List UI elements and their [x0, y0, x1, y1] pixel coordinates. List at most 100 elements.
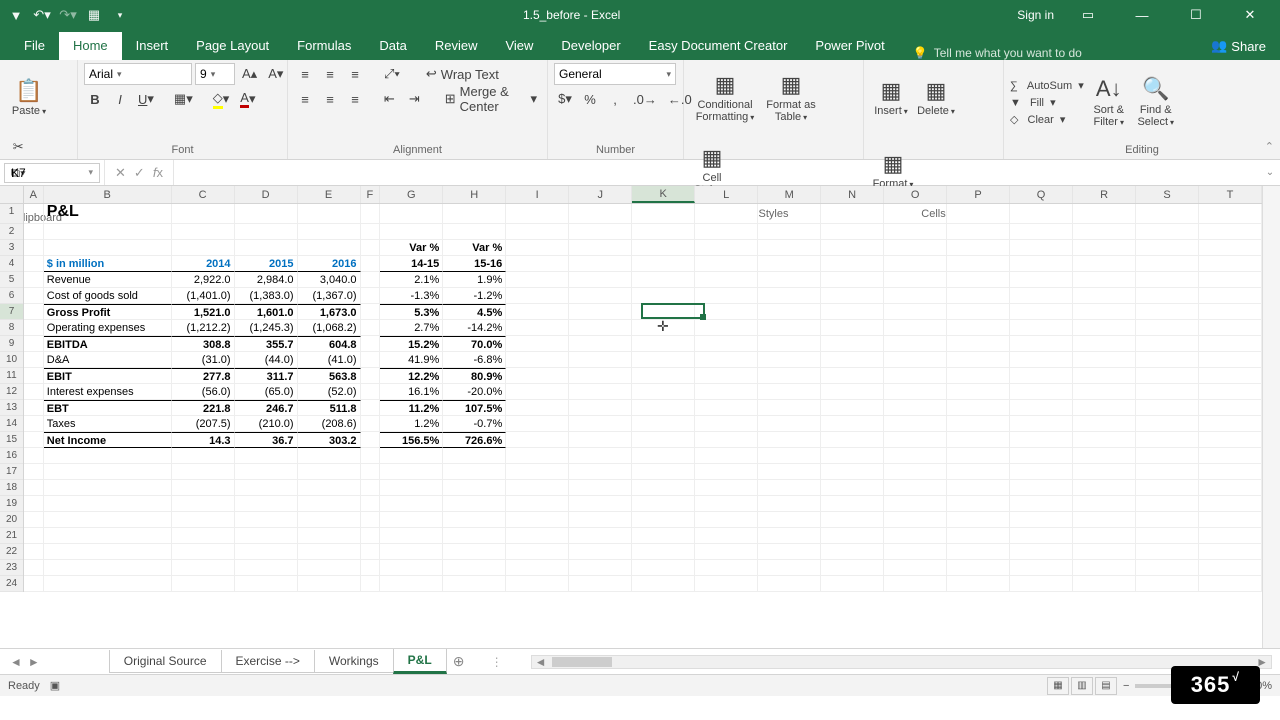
share-icon: 👥: [1211, 38, 1227, 54]
align-bottom-button[interactable]: ≡: [344, 63, 366, 85]
underline-button[interactable]: U▾: [134, 88, 158, 110]
group-alignment: Alignment: [294, 142, 541, 159]
tab-pagelayout[interactable]: Page Layout: [182, 32, 283, 60]
macro-record-icon[interactable]: ▣: [50, 679, 60, 692]
align-left-button[interactable]: ≡: [294, 88, 316, 110]
collapse-ribbon-icon[interactable]: ⌃: [1265, 140, 1274, 153]
conditional-formatting-button[interactable]: ▦Conditional Formatting: [690, 63, 760, 133]
align-middle-button[interactable]: ≡: [319, 63, 341, 85]
minimize-button[interactable]: ―: [1122, 0, 1162, 30]
italic-button[interactable]: I: [109, 88, 131, 110]
clear-button[interactable]: ◇ Clear ▾: [1010, 113, 1084, 126]
find-icon: 🔍: [1142, 77, 1169, 101]
format-icon: ▦: [883, 152, 904, 176]
paste-button[interactable]: 📋Paste: [6, 63, 52, 133]
orientation-button[interactable]: ⤢▾: [380, 63, 404, 85]
tab-review[interactable]: Review: [421, 32, 492, 60]
decrease-font-button[interactable]: A▾: [264, 63, 287, 85]
sheet-tab-original[interactable]: Original Source: [109, 650, 222, 673]
align-center-button[interactable]: ≡: [319, 88, 341, 110]
delete-cells-button[interactable]: ▦Delete: [915, 63, 957, 133]
ribbon-tabs: File Home Insert Page Layout Formulas Da…: [0, 30, 1280, 60]
fill-down-icon: ▼: [1010, 97, 1021, 109]
bold-button[interactable]: B: [84, 88, 106, 110]
comma-button[interactable]: ,: [604, 88, 626, 110]
cond-fmt-icon: ▦: [715, 73, 736, 97]
horizontal-scrollbar[interactable]: ◄►: [531, 655, 1272, 669]
sheet-tab-workings[interactable]: Workings: [314, 650, 394, 673]
tab-edc[interactable]: Easy Document Creator: [635, 32, 802, 60]
expand-formula-icon[interactable]: ⌄: [1260, 167, 1280, 178]
increase-font-button[interactable]: A▴: [238, 63, 261, 85]
view-pagebreak-button[interactable]: ▤: [1095, 677, 1117, 695]
tab-powerpivot[interactable]: Power Pivot: [801, 32, 898, 60]
fill-button[interactable]: ▼ Fill ▾: [1010, 96, 1084, 109]
font-size-combo[interactable]: 9▾: [195, 63, 235, 85]
format-as-table-button[interactable]: ▦Format as Table: [763, 63, 819, 133]
row-headers[interactable]: 123456789101112131415161718192021222324: [0, 204, 24, 592]
cut-button[interactable]: ✂: [6, 136, 31, 158]
borders-button[interactable]: ▦▾: [170, 88, 197, 110]
view-pagelayout-button[interactable]: ▥: [1071, 677, 1093, 695]
fx-icon[interactable]: fx: [153, 165, 163, 180]
align-top-button[interactable]: ≡: [294, 63, 316, 85]
wrap-text-button[interactable]: ↩Wrap Text: [422, 63, 503, 85]
decrease-indent-button[interactable]: ⇤: [378, 88, 400, 110]
name-box[interactable]: K7▾: [4, 163, 100, 183]
wrap-icon: ↩: [426, 66, 437, 82]
tab-view[interactable]: View: [491, 32, 547, 60]
maximize-button[interactable]: ☐: [1176, 0, 1216, 30]
tab-file[interactable]: File: [10, 32, 59, 60]
sort-icon: A↓: [1096, 77, 1122, 101]
tab-data[interactable]: Data: [365, 32, 420, 60]
signin-link[interactable]: Sign in: [1017, 8, 1054, 22]
sheet-tab-pl[interactable]: P&L: [393, 649, 447, 674]
new-sheet-button[interactable]: ⊕: [447, 653, 471, 670]
share-button[interactable]: 👥Share: [1197, 32, 1280, 60]
ribbon: 📋Paste ✂ ⧉▾ 🖌 Clipboard Arial▾ 9▾ A▴ A▾ …: [0, 60, 1280, 160]
undo-icon[interactable]: ↶▾: [34, 7, 50, 23]
align-right-button[interactable]: ≡: [344, 88, 366, 110]
tab-home[interactable]: Home: [59, 32, 122, 60]
cancel-formula-icon[interactable]: ✕: [115, 165, 126, 181]
view-normal-button[interactable]: ▦: [1047, 677, 1069, 695]
redo-icon[interactable]: ↷▾: [60, 7, 76, 23]
insert-cells-button[interactable]: ▦Insert: [870, 63, 912, 133]
filter-icon[interactable]: ▼: [8, 7, 24, 23]
table-icon: ▦: [781, 73, 802, 97]
sheet-nav-prev-icon[interactable]: ◄: [10, 655, 22, 669]
increase-decimal-button[interactable]: .0→: [629, 88, 661, 110]
sheet-nav-next-icon[interactable]: ►: [28, 655, 40, 669]
enter-formula-icon[interactable]: ✓: [134, 165, 145, 181]
tab-splitter[interactable]: ⋮: [491, 655, 503, 669]
grid[interactable]: 123456789101112131415161718192021222324 …: [0, 186, 1280, 648]
close-button[interactable]: ✕: [1230, 0, 1270, 30]
grid-icon[interactable]: ▦: [86, 7, 102, 23]
font-color-button[interactable]: A▾: [236, 88, 259, 110]
number-format-combo[interactable]: General▾: [554, 63, 676, 85]
delete-icon: ▦: [926, 79, 947, 103]
sheet-tab-exercise[interactable]: Exercise -->: [221, 650, 315, 673]
zoom-out-button[interactable]: −: [1123, 680, 1129, 692]
insert-icon: ▦: [881, 79, 902, 103]
column-headers[interactable]: ABCDEFGHIJKLMNOPQRST: [24, 186, 1262, 204]
fill-color-button[interactable]: ◇▾: [209, 88, 234, 110]
tab-formulas[interactable]: Formulas: [283, 32, 365, 60]
sort-filter-button[interactable]: A↓Sort & Filter: [1087, 68, 1131, 138]
increase-indent-button[interactable]: ⇥: [403, 88, 425, 110]
tab-developer[interactable]: Developer: [547, 32, 634, 60]
tellme-box[interactable]: 💡Tell me what you want to do: [899, 46, 1197, 60]
percent-button[interactable]: %: [579, 88, 601, 110]
find-select-button[interactable]: 🔍Find & Select: [1134, 68, 1178, 138]
tab-insert[interactable]: Insert: [122, 32, 183, 60]
merge-center-button[interactable]: ⊞Merge & Center▾: [441, 88, 541, 110]
ribbon-display-icon[interactable]: ▭: [1068, 0, 1108, 30]
autosum-button[interactable]: ∑ AutoSum ▾: [1010, 79, 1084, 92]
qat-more-icon[interactable]: ▾: [112, 7, 128, 23]
group-number: Number: [554, 142, 677, 159]
select-all-corner[interactable]: [0, 186, 24, 204]
accounting-button[interactable]: $▾: [554, 88, 576, 110]
font-name-combo[interactable]: Arial▾: [84, 63, 192, 85]
titlebar: ▼ ↶▾ ↷▾ ▦ ▾ 1.5_before - Excel Sign in ▭…: [0, 0, 1280, 30]
vertical-scrollbar[interactable]: [1262, 186, 1280, 648]
